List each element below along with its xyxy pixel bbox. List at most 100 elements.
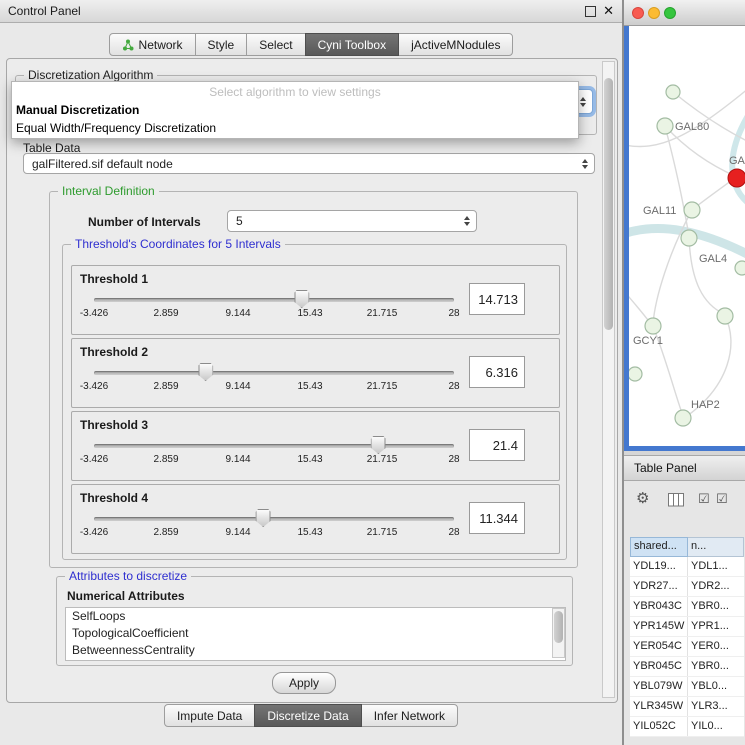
- tab-label: Infer Network: [374, 709, 445, 723]
- tick-label: 2.859: [153, 381, 178, 392]
- gear-icon[interactable]: ⚙: [636, 491, 649, 507]
- cell[interactable]: YLR345W: [630, 697, 688, 716]
- cell[interactable]: YLR3...: [688, 697, 744, 716]
- interval-definition-group: Interval Definition Number of Intervals …: [49, 191, 578, 568]
- combo-stepper-icon: [580, 97, 586, 107]
- table-row[interactable]: YER054CYER0...: [630, 637, 744, 657]
- tab-select[interactable]: Select: [246, 33, 305, 56]
- attributes-list[interactable]: SelfLoops TopologicalCoefficient Between…: [65, 607, 566, 661]
- close-icon[interactable]: ✕: [603, 6, 614, 16]
- node[interactable]: [681, 230, 697, 246]
- bottom-tab-bar: Impute Data Discretize Data Infer Networ…: [0, 704, 622, 727]
- tab-network[interactable]: Network: [109, 33, 196, 56]
- cell[interactable]: YBR0...: [688, 597, 744, 616]
- cell[interactable]: YBR043C: [630, 597, 688, 616]
- slider-track[interactable]: [94, 517, 454, 521]
- threshold-value-field[interactable]: 14.713: [469, 283, 525, 315]
- cell[interactable]: YDL19...: [630, 557, 688, 576]
- table-data-combobox[interactable]: galFiltered.sif default node: [23, 153, 595, 174]
- node[interactable]: [657, 118, 673, 134]
- network-canvas[interactable]: GAL80 GA GAL11 GAL4 GCY1 HAP2: [629, 26, 745, 446]
- threshold-1-panel: Threshold 1 -3.426 2.859 9.144 15.43 21.…: [71, 265, 560, 335]
- threshold-value-field[interactable]: 11.344: [469, 502, 525, 534]
- column-header-name[interactable]: n...: [688, 537, 744, 557]
- cell[interactable]: YER0...: [688, 637, 744, 656]
- table-row[interactable]: YPR145WYPR1...: [630, 617, 744, 637]
- slider-thumb[interactable]: [371, 436, 386, 454]
- table-panel-header[interactable]: Table Panel: [624, 455, 745, 481]
- cell[interactable]: YBL0...: [688, 677, 744, 696]
- slider-thumb[interactable]: [198, 363, 213, 381]
- mac-minimize-button[interactable]: [648, 7, 660, 19]
- mac-close-button[interactable]: [632, 7, 644, 19]
- apply-button[interactable]: Apply: [272, 672, 336, 694]
- network-frame: GAL80 GA GAL11 GAL4 GCY1 HAP2: [624, 26, 745, 451]
- slider-track[interactable]: [94, 298, 454, 302]
- mac-zoom-button[interactable]: [664, 7, 676, 19]
- tab-jactivemnodules[interactable]: jActiveMNodules: [398, 33, 513, 56]
- cyni-toolbox-panel: Discretization Algorithm Select algorith…: [6, 58, 618, 703]
- node[interactable]: [645, 318, 661, 334]
- tab-style[interactable]: Style: [195, 33, 248, 56]
- table-row[interactable]: YBR043CYBR0...: [630, 597, 744, 617]
- table-row[interactable]: YDL19...YDL1...: [630, 557, 744, 577]
- dropdown-option-manual[interactable]: Manual Discretization: [12, 101, 578, 119]
- panel-scrollbar[interactable]: [602, 61, 615, 698]
- tab-impute-data[interactable]: Impute Data: [164, 704, 255, 727]
- cell[interactable]: YDL1...: [688, 557, 744, 576]
- list-scrollbar[interactable]: [552, 608, 565, 658]
- table-row[interactable]: YIL052CYIL0...: [630, 717, 744, 737]
- columns-icon[interactable]: [668, 493, 684, 507]
- list-item[interactable]: TopologicalCoefficient: [66, 625, 565, 642]
- cell[interactable]: YBR045C: [630, 657, 688, 676]
- node[interactable]: [735, 261, 745, 275]
- slider-thumb[interactable]: [294, 290, 309, 308]
- cell[interactable]: YBL079W: [630, 677, 688, 696]
- node[interactable]: [666, 85, 680, 99]
- intervals-count-combobox[interactable]: 5: [227, 210, 477, 232]
- node[interactable]: [717, 308, 733, 324]
- tab-infer-network[interactable]: Infer Network: [361, 704, 458, 727]
- node[interactable]: [675, 410, 691, 426]
- dropdown-option-equal-width[interactable]: Equal Width/Frequency Discretization: [12, 119, 578, 137]
- slider-scale: -3.426 2.859 9.144 15.43 21.715 28: [94, 527, 454, 539]
- cell[interactable]: YDR2...: [688, 577, 744, 596]
- select-all-icon[interactable]: ☑: [698, 491, 710, 507]
- table-row[interactable]: YDR27...YDR2...: [630, 577, 744, 597]
- list-item[interactable]: SelfLoops: [66, 608, 565, 625]
- scrollbar-thumb[interactable]: [604, 78, 613, 330]
- slider-thumb[interactable]: [256, 509, 271, 527]
- network-nodes[interactable]: [629, 85, 745, 426]
- cell[interactable]: YPR145W: [630, 617, 688, 636]
- tab-discretize-data[interactable]: Discretize Data: [254, 704, 361, 727]
- table-row[interactable]: YBR045CYBR0...: [630, 657, 744, 677]
- select-columns-icon[interactable]: ☑: [716, 491, 728, 507]
- column-header-shared-name[interactable]: shared...: [630, 537, 688, 557]
- scrollbar-thumb[interactable]: [554, 611, 563, 643]
- threshold-value-field[interactable]: 6.316: [469, 356, 525, 388]
- numerical-attributes-label: Numerical Attributes: [67, 589, 185, 603]
- tab-label: Network: [139, 38, 183, 52]
- thresholds-group: Threshold's Coordinates for 5 Intervals …: [62, 244, 567, 560]
- slider-track[interactable]: [94, 444, 454, 448]
- cell[interactable]: YPR1...: [688, 617, 744, 636]
- cell[interactable]: YBR0...: [688, 657, 744, 676]
- network-window-titlebar[interactable]: [624, 0, 745, 26]
- tick-label: 28: [448, 454, 459, 465]
- selected-node[interactable]: [728, 169, 745, 187]
- table-row[interactable]: YLR345WYLR3...: [630, 697, 744, 717]
- node[interactable]: [684, 202, 700, 218]
- tick-label: 21.715: [367, 527, 398, 538]
- list-item[interactable]: BetweennessCentrality: [66, 642, 565, 659]
- table-data-value: galFiltered.sif default node: [32, 157, 173, 171]
- slider-track[interactable]: [94, 371, 454, 375]
- table-row[interactable]: YBL079WYBL0...: [630, 677, 744, 697]
- cell[interactable]: YIL0...: [688, 717, 744, 736]
- cell[interactable]: YDR27...: [630, 577, 688, 596]
- threshold-value-field[interactable]: 21.4: [469, 429, 525, 461]
- node[interactable]: [629, 367, 642, 381]
- tab-cyni-toolbox[interactable]: Cyni Toolbox: [305, 33, 399, 56]
- float-window-icon[interactable]: [585, 6, 596, 17]
- cell[interactable]: YER054C: [630, 637, 688, 656]
- cell[interactable]: YIL052C: [630, 717, 688, 736]
